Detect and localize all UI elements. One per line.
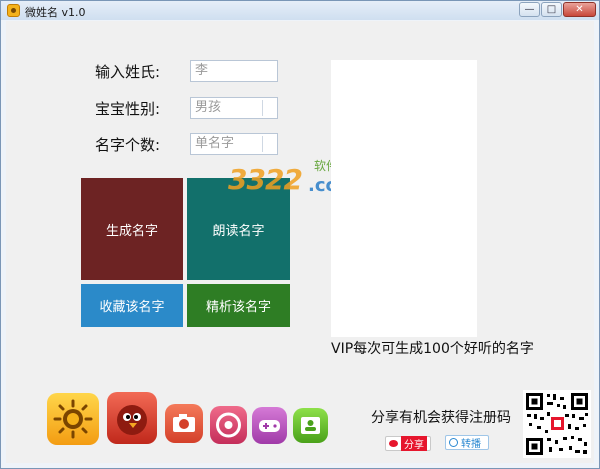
analyze-name-tile[interactable]: 精析该名字 bbox=[187, 284, 290, 327]
sun-app-icon[interactable] bbox=[47, 393, 99, 445]
angry-bird-app-icon[interactable] bbox=[107, 392, 157, 444]
qr-code bbox=[523, 390, 591, 458]
camera-app-icon[interactable] bbox=[165, 404, 203, 443]
gender-select[interactable]: 男孩 bbox=[190, 97, 278, 119]
surname-label: 输入姓氏: bbox=[95, 63, 161, 81]
watermark-number: 3322 bbox=[228, 163, 303, 196]
gender-dropdown-divider bbox=[262, 100, 263, 116]
tencent-repost-button[interactable]: 转播 bbox=[445, 435, 489, 450]
title-bar: 微姓名 v1.0 — □ ✕ bbox=[1, 1, 599, 20]
app-window: 微姓名 v1.0 — □ ✕ 输入姓氏: 李 宝宝性别: 男孩 名字个数: 单名… bbox=[0, 0, 600, 469]
read-name-label: 朗读名字 bbox=[212, 223, 265, 239]
count-select[interactable]: 单名字 bbox=[190, 133, 278, 155]
maximize-button[interactable]: □ bbox=[541, 2, 562, 17]
gamepad-app-icon[interactable] bbox=[252, 407, 287, 444]
generate-name-tile[interactable]: 生成名字 bbox=[81, 178, 183, 280]
surname-value: 李 bbox=[195, 63, 209, 78]
count-label: 名字个数: bbox=[95, 136, 161, 154]
app-logo-icon bbox=[7, 4, 20, 17]
collect-name-label: 收藏该名字 bbox=[99, 300, 165, 315]
minimize-button[interactable]: — bbox=[519, 2, 540, 17]
weibo-share-button[interactable]: 分享 bbox=[385, 436, 431, 451]
name-preview-panel bbox=[331, 60, 477, 337]
chrome-app-icon[interactable] bbox=[210, 406, 247, 444]
collect-name-tile[interactable]: 收藏该名字 bbox=[81, 284, 183, 327]
close-button[interactable]: ✕ bbox=[563, 2, 596, 17]
window-title: 微姓名 v1.0 bbox=[25, 6, 86, 19]
tencent-icon bbox=[449, 438, 458, 447]
vip-notice: VIP每次可生成100个好听的名字 bbox=[331, 341, 534, 357]
count-value: 单名字 bbox=[195, 136, 235, 151]
tencent-repost-label: 转播 bbox=[461, 439, 481, 450]
generate-name-label: 生成名字 bbox=[105, 223, 158, 239]
weibo-icon bbox=[389, 440, 398, 447]
count-dropdown-divider bbox=[262, 136, 263, 152]
gender-value: 男孩 bbox=[195, 100, 222, 115]
gender-label: 宝宝性别: bbox=[95, 100, 161, 118]
weibo-share-label: 分享 bbox=[401, 436, 427, 451]
share-promo-text: 分享有机会获得注册码 bbox=[371, 410, 511, 426]
analyze-name-label: 精析该名字 bbox=[205, 300, 271, 315]
surname-input[interactable]: 李 bbox=[190, 60, 278, 82]
contacts-app-icon[interactable] bbox=[293, 408, 328, 443]
